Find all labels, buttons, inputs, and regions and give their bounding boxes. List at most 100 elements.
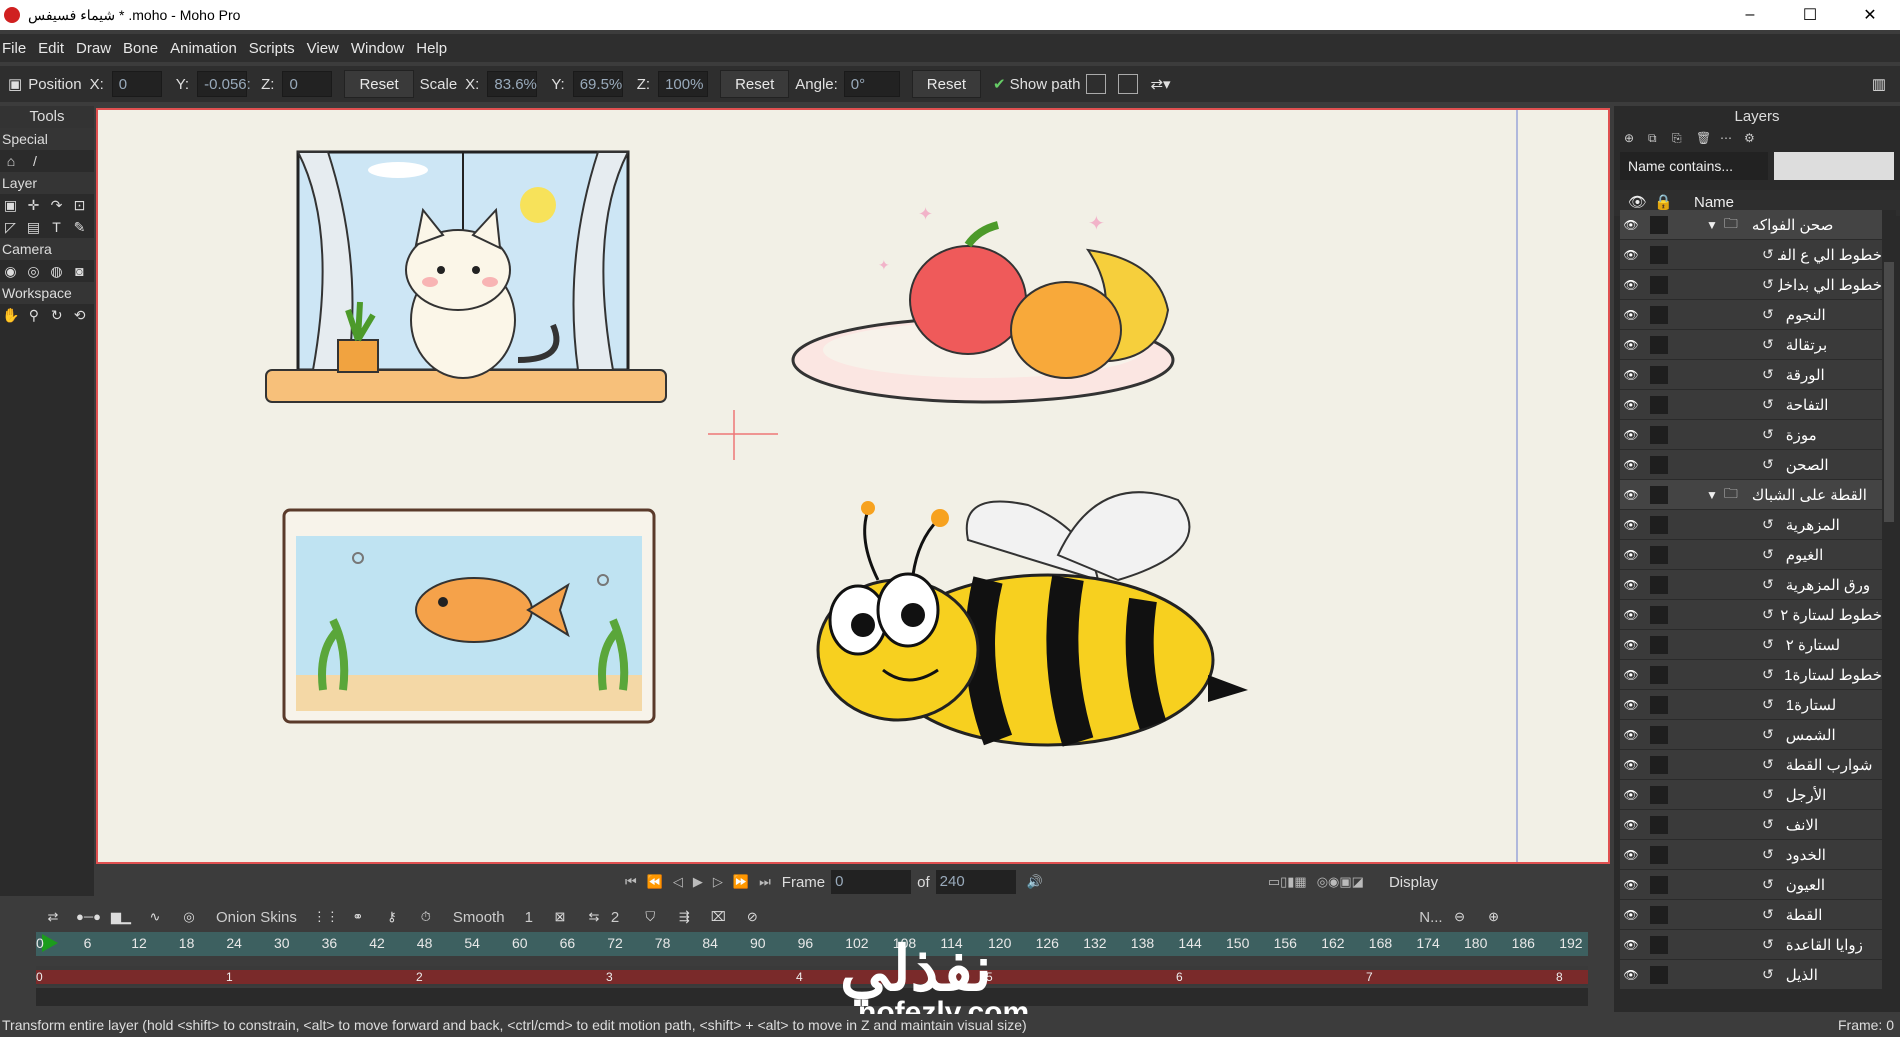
layer-name[interactable]: الذيل	[1778, 966, 1882, 984]
scale-x-field[interactable]: 83.6%	[487, 71, 538, 97]
layer-row[interactable]: 👁 ↺ لستارة ٢	[1620, 630, 1882, 660]
layer-lock-toggle[interactable]	[1650, 245, 1668, 264]
layer-name[interactable]: ورق المزهرية	[1778, 576, 1882, 594]
layer-row[interactable]: 👁 ↺ الصحن	[1620, 450, 1882, 480]
copy-layout-icon[interactable]	[1086, 74, 1107, 94]
interval-dropdown[interactable]: 1	[525, 909, 533, 926]
layer-lock-toggle[interactable]	[1650, 875, 1668, 894]
layer-name[interactable]: العيون	[1778, 876, 1882, 894]
layer-row[interactable]: 👁 ↺خطوط الي بداخل الصحن	[1620, 270, 1882, 300]
layer-name[interactable]: لستارة1	[1778, 696, 1882, 714]
layer-lock-toggle[interactable]	[1650, 815, 1668, 834]
layer-lock-toggle[interactable]	[1650, 455, 1668, 474]
layer-name[interactable]: برتقالة	[1778, 336, 1882, 354]
layer-lock-toggle[interactable]	[1650, 395, 1668, 414]
camera-pan-icon[interactable]: ◙	[71, 263, 88, 279]
visibility-eye-icon[interactable]: 👁	[1620, 248, 1642, 262]
layer-name[interactable]: زوايا القاعدة	[1778, 936, 1882, 954]
clip-icon[interactable]: ⇶	[673, 909, 695, 925]
visibility-eye-icon[interactable]: 👁	[1620, 458, 1642, 472]
delete-layer-icon[interactable]: 🗑	[1696, 131, 1714, 145]
layer-lock-toggle[interactable]	[1650, 695, 1668, 714]
position-reset-button[interactable]: Reset	[344, 70, 414, 98]
layer-row[interactable]: 👁 ↺ التفاحة	[1620, 390, 1882, 420]
layer-lock-toggle[interactable]	[1650, 365, 1668, 384]
layer-row[interactable]: 👁 ↺ الأرجل	[1620, 780, 1882, 810]
visibility-eye-icon[interactable]: 👁	[1620, 368, 1642, 382]
layer-lock-toggle[interactable]	[1650, 665, 1668, 684]
zoom-in-icon[interactable]: ⊕	[1483, 909, 1505, 925]
layers-scrollbar[interactable]	[1882, 210, 1896, 990]
display-dropdown[interactable]: Display	[1389, 874, 1438, 891]
layer-lock-toggle[interactable]	[1650, 785, 1668, 804]
scale-y-field[interactable]: 69.5%	[572, 71, 623, 97]
layer-name[interactable]: شوارب القطة	[1778, 756, 1882, 774]
previous-frame-icon[interactable]: ◁	[673, 874, 683, 890]
hand-icon[interactable]: ✋	[2, 307, 19, 323]
visibility-eye-icon[interactable]: 👁	[1620, 308, 1642, 322]
layer-name[interactable]: الخدود	[1778, 846, 1882, 864]
layer-row[interactable]: 👁 ↺ الخدود	[1620, 840, 1882, 870]
layer-lock-toggle[interactable]	[1650, 515, 1668, 534]
layer-settings-icon[interactable]: ⚙	[1744, 131, 1762, 145]
layer-lock-toggle[interactable]	[1650, 635, 1668, 654]
visibility-eye-icon[interactable]: 👁	[1620, 728, 1642, 742]
expand-triangle-icon[interactable]: ▼	[1706, 218, 1718, 232]
camera-track-icon[interactable]: ◉	[2, 263, 19, 279]
close-button[interactable]: ✕	[1840, 0, 1900, 30]
zoom-icon[interactable]: ⚲	[25, 307, 42, 323]
shear-icon[interactable]: ◸	[2, 219, 19, 235]
layer-name[interactable]: التفاحة	[1778, 396, 1882, 414]
motion-graph-icon[interactable]: ∿	[144, 909, 166, 925]
layer-search-input[interactable]	[1774, 152, 1894, 180]
scale-z-field[interactable]: 100%	[658, 71, 709, 97]
layer-name[interactable]: النجوم	[1778, 306, 1882, 324]
visibility-eye-icon[interactable]: 👁	[1620, 578, 1642, 592]
visibility-eye-icon[interactable]: 👁	[1620, 608, 1642, 622]
end-icon[interactable]: ⏭	[759, 874, 771, 890]
visibility-eye-icon[interactable]: 👁	[1620, 758, 1642, 772]
paste-layout-icon[interactable]	[1118, 74, 1139, 94]
layer-row[interactable]: 👁 ↺ لستارة1	[1620, 690, 1882, 720]
visibility-eye-icon[interactable]: 👁	[1620, 818, 1642, 832]
visibility-eye-icon[interactable]: 👁	[1620, 788, 1642, 802]
layer-name[interactable]: لستارة ٢	[1778, 636, 1882, 654]
arrows-icon[interactable]: ⇆	[583, 909, 605, 925]
layer-group-row[interactable]: 👁 ▼ 🗀 صحن الفواكه	[1620, 210, 1882, 240]
visibility-eye-icon[interactable]: 👁	[1620, 278, 1642, 292]
visibility-eye-icon[interactable]: 👁	[1620, 338, 1642, 352]
visibility-eye-icon[interactable]: 👁	[1620, 488, 1642, 502]
layer-filter-n[interactable]: N...	[1419, 909, 1442, 926]
orbit-icon[interactable]: ⟲	[71, 307, 88, 323]
transform-points-icon[interactable]: ⌂	[2, 153, 20, 169]
document-canvas[interactable]: ✦ ✦ ✦	[96, 108, 1610, 864]
play-icon[interactable]: ▶	[693, 874, 703, 890]
expand-triangle-icon[interactable]: ▼	[1706, 488, 1718, 502]
layer-lock-toggle[interactable]	[1650, 425, 1668, 444]
visibility-eye-icon[interactable]: 👁	[1620, 698, 1642, 712]
layer-lock-toggle[interactable]	[1650, 545, 1668, 564]
layer-row[interactable]: 👁 ↺ المزهرية	[1620, 510, 1882, 540]
layer-name[interactable]: خطوط الي ع الفواكه	[1778, 246, 1882, 264]
layer-row[interactable]: 👁 ↺ برتقالة	[1620, 330, 1882, 360]
scale-reset-button[interactable]: Reset	[720, 70, 790, 98]
menu-draw[interactable]: Draw	[74, 40, 113, 57]
pencil-icon[interactable]: /	[26, 153, 44, 169]
mute-icon[interactable]: ⊘	[741, 909, 763, 925]
new-layer-icon[interactable]: ⊕	[1624, 131, 1642, 145]
layer-group-row[interactable]: 👁 ▼ 🗀 القطة على الشباك	[1620, 480, 1882, 510]
layer-row[interactable]: 👁 ↺ النجوم	[1620, 300, 1882, 330]
interpolation-dropdown[interactable]: Smooth	[453, 909, 505, 926]
fruit-plate-illustration[interactable]: ✦ ✦ ✦	[791, 204, 1175, 404]
visibility-eye-icon[interactable]: 👁	[1620, 968, 1642, 982]
layer-filter-dropdown[interactable]: Name contains...	[1620, 152, 1768, 180]
rewind-icon[interactable]: ⏮	[625, 874, 637, 890]
scale-layer-icon[interactable]: ⊡	[71, 197, 88, 213]
visibility-eye-icon[interactable]: 👁	[1620, 938, 1642, 952]
layer-lock-toggle[interactable]	[1650, 905, 1668, 924]
cat-window-illustration[interactable]	[265, 150, 667, 403]
layer-name[interactable]: خطوط لستارة ٢	[1778, 606, 1882, 624]
timeline-ruler[interactable]: 0 6 12 18 24 30 36 42 48 54 60 66 72 78 84 90 96 102 108 11…	[36, 932, 1588, 956]
layer-row[interactable]: 👁 ↺ خطوط لستارة1	[1620, 660, 1882, 690]
layer-name[interactable]: الأرجل	[1778, 786, 1882, 804]
